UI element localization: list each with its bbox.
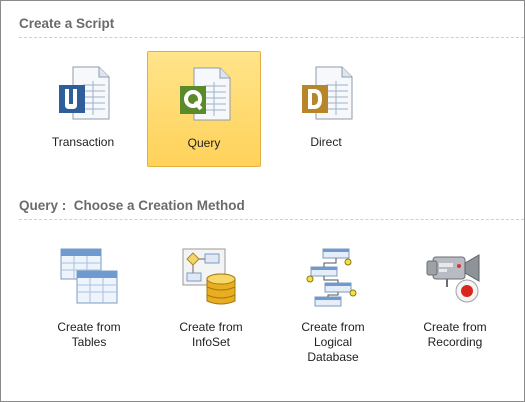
method-create-from-logical-database[interactable]: Create from Logical Database (278, 245, 388, 385)
method-create-from-infoset[interactable]: Create from InfoSet (156, 245, 266, 385)
window-frame: Create a Script Transaction Query Direct… (0, 0, 525, 402)
option-query[interactable]: Query (147, 51, 261, 167)
option-transaction[interactable]: Transaction (26, 51, 140, 167)
section-title-create-script: Create a Script (19, 16, 115, 31)
recording-camera-icon (426, 254, 480, 303)
logical-database-icon (306, 248, 357, 307)
method-label: Create from Logical Database (301, 320, 365, 364)
infoset-icon (182, 248, 236, 305)
method-create-from-tables[interactable]: Create from Tables (34, 245, 144, 385)
method-label: Create from InfoSet (179, 320, 243, 349)
query-doc-icon (180, 67, 231, 121)
option-direct[interactable]: Direct (269, 51, 383, 167)
option-label: Direct (310, 135, 342, 149)
method-create-from-recording[interactable]: Create from Recording (400, 245, 510, 385)
tables-icon (60, 248, 118, 304)
section-title-creation-method: Query : Choose a Creation Method (19, 198, 245, 213)
option-label: Query (187, 136, 221, 150)
method-label: Create from Recording (423, 320, 487, 349)
direct-doc-icon (302, 66, 353, 120)
section-separator (19, 37, 524, 38)
method-label: Create from Tables (57, 320, 121, 349)
transaction-doc-icon (59, 66, 110, 120)
section-separator (19, 219, 524, 220)
option-label: Transaction (51, 135, 115, 149)
